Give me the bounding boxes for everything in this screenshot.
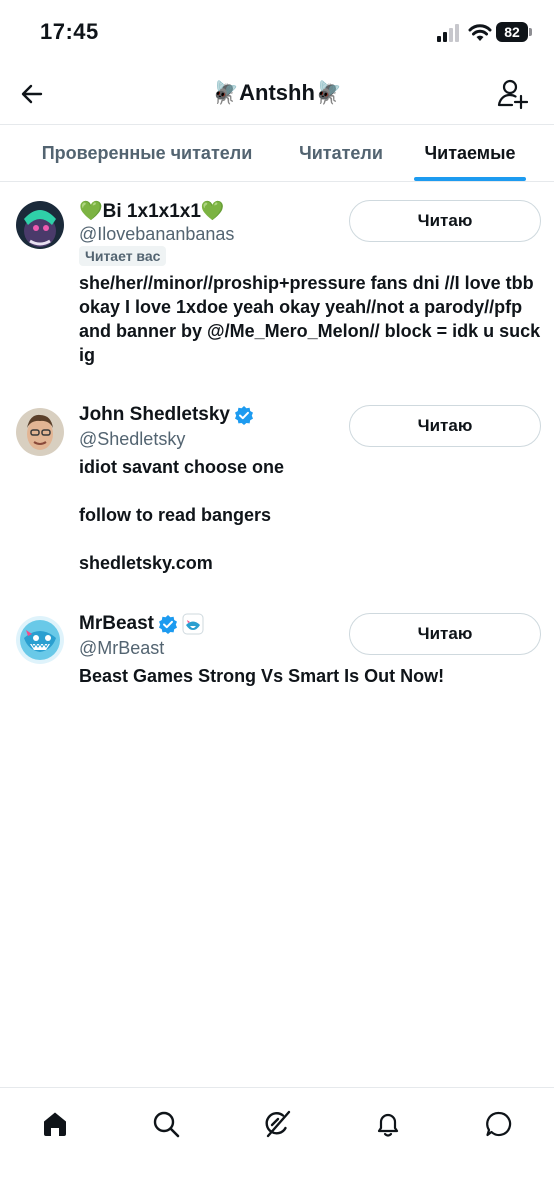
bell-icon [377,1113,399,1137]
user-handle: @MrBeast [79,638,165,658]
avatar[interactable] [16,201,64,249]
bio-paragraph: follow to read bangers [79,505,272,525]
page-title: 🪰Antshh🪰 [211,80,343,105]
home-icon [44,1112,66,1136]
active-tab-indicator [414,177,526,181]
nav-search-button[interactable] [148,1106,184,1142]
bottom-navigation [0,1087,554,1199]
bio-link[interactable]: shedletsky.com [79,551,541,575]
status-bar: 17:45 82 [0,0,554,64]
battery-tip [529,28,532,36]
following-button[interactable]: Читаю [349,613,541,655]
status-time: 17:45 [40,19,99,44]
verified-badge-icon [158,615,177,634]
user-bio: Beast Games Strong Vs Smart Is Out Now! [79,664,541,688]
header: 🪰Antshh🪰 [0,64,554,124]
tab-verified-followers[interactable]: Проверенные читатели [18,125,276,182]
user-cell[interactable]: John Shedletsky @Shedletsky idiot savant… [0,388,554,588]
user-cell[interactable]: MrBeast @MrBeast Beast Games Strong Vs S… [0,597,554,707]
display-name-text: John Shedletsky [79,404,230,425]
avatar-image [16,408,64,456]
shark-logo-icon[interactable] [182,613,204,635]
nav-home-button[interactable] [37,1106,73,1142]
tab-bar: Проверенные читатели Читатели Читаемые [0,124,554,182]
battery-indicator: 82 [496,22,532,42]
nav-messages-button[interactable] [481,1106,517,1142]
user-display-name[interactable]: MrBeast [79,613,204,635]
avatar[interactable] [16,616,64,664]
cellular-signal-icon [437,24,459,42]
user-handle: @Shedletsky [79,429,186,449]
following-button[interactable]: Читаю [349,405,541,447]
grok-icon [265,1110,291,1138]
user-display-name[interactable]: John Shedletsky [79,404,254,426]
user-bio: idiot savant choose one follow to read b… [79,455,541,575]
bio-paragraph: idiot savant choose one [79,457,285,477]
battery-level: 82 [496,22,528,42]
verified-badge-icon [235,406,253,425]
avatar-image [16,616,64,664]
messages-icon [486,1111,512,1137]
bio-paragraph: she/her//minor//proship+pressure fans dn… [79,273,541,365]
display-name-text: MrBeast [79,613,154,634]
nav-notifications-button[interactable] [370,1106,406,1142]
user-cell[interactable]: 💚Bi 1x1x1x1💚 @Ilovebananbanas Читает вас… [0,183,554,383]
display-name-text: 💚Bi 1x1x1x1💚 [79,201,225,222]
search-icon [153,1111,180,1138]
user-bio: she/her//minor//proship+pressure fans dn… [79,271,541,367]
bio-paragraph: Beast Games Strong Vs Smart Is Out Now! [79,666,445,686]
nav-grok-button[interactable] [259,1106,295,1142]
avatar[interactable] [16,408,64,456]
user-display-name[interactable]: 💚Bi 1x1x1x1💚 [79,199,225,223]
wifi-icon [468,24,492,41]
avatar-image [16,201,64,249]
following-button[interactable]: Читаю [349,200,541,242]
tab-following[interactable]: Читаемые [408,125,532,182]
tab-followers[interactable]: Читатели [282,125,400,182]
add-user-icon [497,79,528,110]
add-user-button[interactable] [494,76,530,112]
follows-you-badge: Читает вас [79,246,167,266]
user-handle: @Ilovebananbanas [79,224,235,244]
